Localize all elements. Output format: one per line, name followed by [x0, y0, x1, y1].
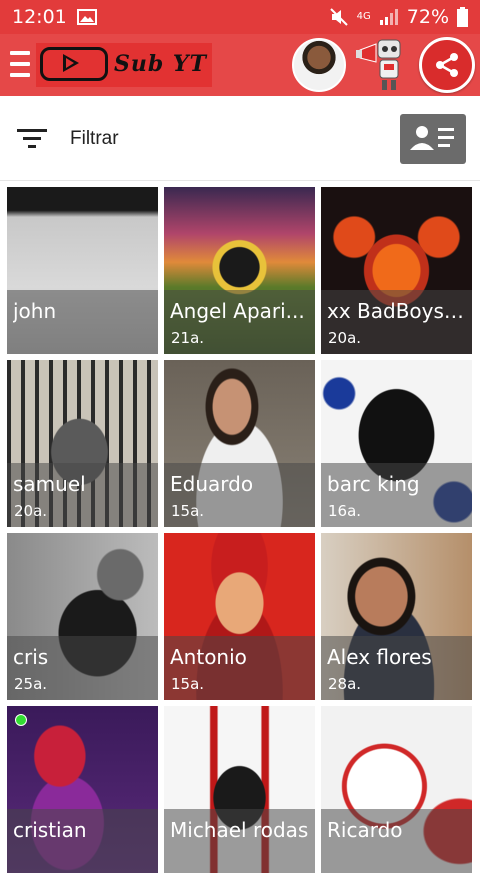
profile-card[interactable]: Michael rodas: [164, 706, 315, 873]
profile-card[interactable]: Ricardo: [321, 706, 472, 873]
profile-age: 20a.: [328, 329, 362, 347]
menu-icon[interactable]: [10, 51, 30, 77]
profile-grid: john Angel Apari... 21a. xx BadBoys xx 2…: [0, 180, 480, 873]
status-time: 12:01: [12, 6, 67, 28]
profile-name: samuel: [13, 472, 86, 496]
profile-card[interactable]: Alex flores 28a.: [321, 533, 472, 700]
profile-card[interactable]: john: [7, 187, 158, 354]
profile-name: Ricardo: [327, 818, 403, 842]
app-logo: Sub YT: [36, 43, 212, 87]
mute-icon: [329, 8, 348, 26]
image-icon: [76, 9, 97, 25]
avatar[interactable]: [292, 38, 346, 92]
profile-name: john: [13, 299, 57, 323]
profile-name: barc king: [327, 472, 420, 496]
profile-card[interactable]: Angel Apari... 21a.: [164, 187, 315, 354]
profile-card[interactable]: Eduardo 15a.: [164, 360, 315, 527]
profile-name: Michael rodas: [170, 818, 309, 842]
profile-age: 21a.: [171, 329, 205, 347]
network-type: 4G: [356, 11, 371, 22]
profile-age: 28a.: [328, 675, 362, 693]
profile-card[interactable]: xx BadBoys xx 20a.: [321, 187, 472, 354]
profile-card[interactable]: barc king 16a.: [321, 360, 472, 527]
battery-icon: [457, 7, 468, 27]
status-bar: 12:01 4G 72%: [0, 0, 480, 34]
battery-percent: 72%: [406, 6, 449, 28]
share-icon: [436, 53, 458, 77]
profile-name: Antonio: [170, 645, 247, 669]
profile-age: 16a.: [328, 502, 362, 520]
profile-card[interactable]: cris 25a.: [7, 533, 158, 700]
profile-age: 25a.: [14, 675, 48, 693]
online-status-icon: [15, 714, 27, 726]
filter-label[interactable]: Filtrar: [70, 128, 119, 150]
profile-card[interactable]: samuel 20a.: [7, 360, 158, 527]
robot-megaphone-icon[interactable]: [356, 36, 412, 92]
profile-name: Angel Apari...: [170, 299, 305, 323]
contact-card-icon: [410, 126, 454, 150]
contact-card-button[interactable]: [400, 114, 466, 164]
profile-name: Eduardo: [170, 472, 254, 496]
profile-name: cris: [13, 645, 49, 669]
profile-card[interactable]: cristian: [7, 706, 158, 873]
profile-card[interactable]: Antonio 15a.: [164, 533, 315, 700]
filter-icon[interactable]: [16, 127, 48, 151]
logo-text: Sub YT: [114, 51, 208, 77]
profile-age: 15a.: [171, 675, 205, 693]
profile-age: 15a.: [171, 502, 205, 520]
profile-age: 20a.: [14, 502, 48, 520]
profile-name: cristian: [13, 818, 87, 842]
signal-icon: [379, 9, 398, 25]
share-button[interactable]: [419, 37, 475, 93]
profile-name: Alex flores: [327, 645, 432, 669]
profile-name: xx BadBoys xx: [327, 299, 467, 323]
